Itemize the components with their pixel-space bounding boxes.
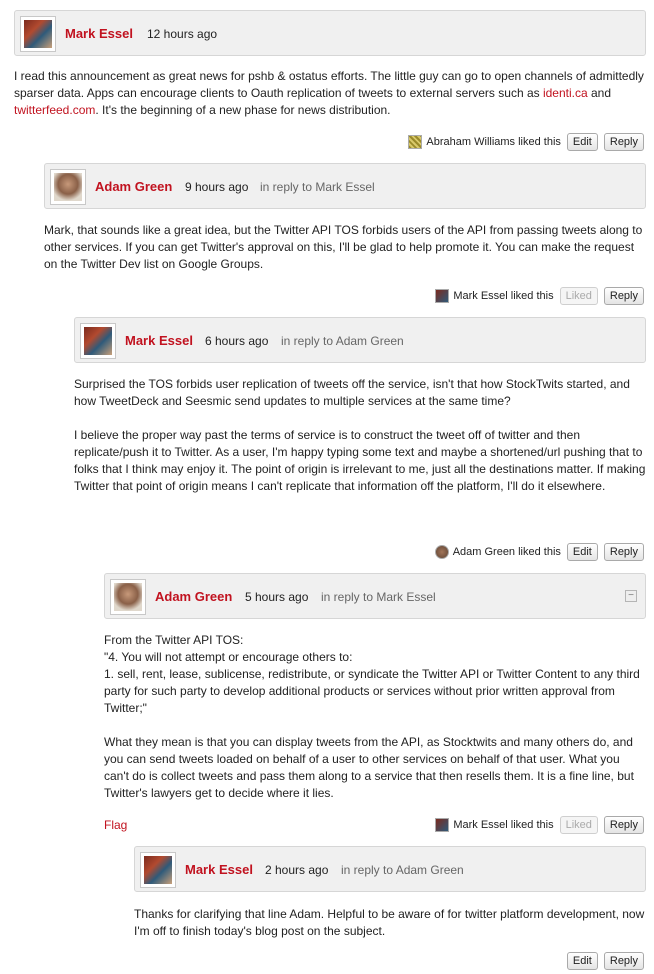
comment-body: I read this announcement as great news f… [14,68,646,119]
liker-avatar[interactable] [435,289,450,303]
avatar[interactable] [80,323,116,359]
comment-header: Mark Essel 12 hours ago [14,10,646,56]
liked-by: Adam Green liked this [434,545,561,559]
in-reply-to[interactable]: in reply to Mark Essel [321,590,436,604]
user-photo [114,583,142,611]
liked-by-text: Mark Essel liked this [453,290,554,302]
body-paragraph: What they mean is that you can display t… [104,735,634,800]
author-name[interactable]: Adam Green [95,179,172,194]
edit-button[interactable]: Edit [566,952,598,970]
body-paragraph: I believe the proper way past the terms … [74,428,646,493]
author-name[interactable]: Mark Essel [65,26,133,41]
avatar[interactable] [110,579,146,615]
comment-body: Thanks for clarifying that line Adam. He… [134,906,646,940]
flag-link[interactable]: Flag [104,818,127,832]
body-text: and [587,86,612,100]
link-identica[interactable]: identi.ca [543,86,588,100]
comment-actions: Abraham Williams liked this Edit Reply [408,133,644,151]
liker-avatar[interactable] [408,135,423,149]
body-text: . It's the beginning of a new phase for … [95,103,391,117]
avatar[interactable] [50,169,86,205]
timestamp[interactable]: 5 hours ago [245,590,308,604]
edit-button[interactable]: Edit [566,543,598,561]
user-photo [144,856,172,884]
liked-by-text: Adam Green liked this [452,546,561,558]
comment-body: Surprised the TOS forbids user replicati… [74,376,646,495]
timestamp[interactable]: 12 hours ago [147,27,217,41]
liker-avatar[interactable] [434,545,449,559]
avatar[interactable] [140,852,176,888]
in-reply-to[interactable]: in reply to Mark Essel [260,180,375,194]
body-text: Mark, that sounds like a great idea, but… [44,223,643,271]
liker-avatar[interactable] [435,818,450,832]
reply-button[interactable]: Reply [603,816,644,834]
avatar[interactable] [20,16,56,52]
in-reply-to[interactable]: in reply to Adam Green [281,334,404,348]
comment-header: Mark Essel 2 hours ago in reply to Adam … [134,846,646,892]
liked-by: Mark Essel liked this [435,818,554,832]
comment-actions: Adam Green liked this Edit Reply [434,543,644,561]
liked-by: Abraham Williams liked this [408,135,561,149]
liked-button[interactable]: Liked [559,816,598,834]
comment-header: Adam Green 9 hours ago in reply to Mark … [44,163,646,209]
body-text: Thanks for clarifying that line Adam. He… [134,907,645,938]
body-line: 1. sell, rent, lease, sublicense, redist… [104,667,640,715]
comment-body: From the Twitter API TOS: "4. You will n… [104,632,646,802]
user-photo [84,327,112,355]
body-line: "4. You will not attempt or encourage ot… [104,650,353,664]
author-name[interactable]: Mark Essel [185,862,253,877]
comment-actions: Mark Essel liked this Liked Reply [435,287,644,305]
liked-button[interactable]: Liked [559,287,598,305]
timestamp[interactable]: 9 hours ago [185,180,248,194]
timestamp[interactable]: 6 hours ago [205,334,268,348]
comment-header: Mark Essel 6 hours ago in reply to Adam … [74,317,646,363]
author-name[interactable]: Mark Essel [125,333,193,348]
reply-button[interactable]: Reply [603,952,644,970]
user-photo [54,173,82,201]
liked-by: Mark Essel liked this [435,289,554,303]
reply-button[interactable]: Reply [603,287,644,305]
reply-button[interactable]: Reply [603,133,644,151]
collapse-icon[interactable]: − [625,590,637,602]
comment-actions: Mark Essel liked this Liked Reply [435,816,644,834]
comment-actions: Edit Reply [566,952,644,970]
reply-button[interactable]: Reply [603,543,644,561]
liked-by-text: Mark Essel liked this [453,819,554,831]
comment-body: Mark, that sounds like a great idea, but… [44,222,646,273]
user-photo [24,20,52,48]
comment-header: Adam Green 5 hours ago in reply to Mark … [104,573,646,619]
timestamp[interactable]: 2 hours ago [265,863,328,877]
body-line: From the Twitter API TOS: [104,633,244,647]
body-paragraph: Surprised the TOS forbids user replicati… [74,377,630,408]
author-name[interactable]: Adam Green [155,589,232,604]
edit-button[interactable]: Edit [566,133,598,151]
in-reply-to[interactable]: in reply to Adam Green [341,863,464,877]
liked-by-text: Abraham Williams liked this [426,136,561,148]
link-twitterfeed[interactable]: twitterfeed.com [14,103,95,117]
